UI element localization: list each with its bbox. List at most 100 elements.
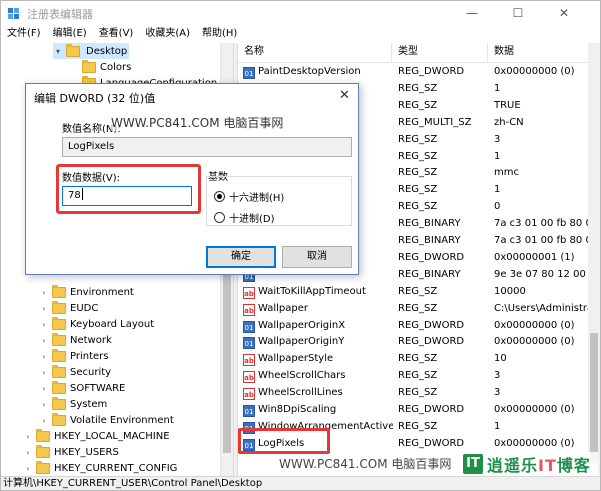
tree-item-desktop[interactable]: ▾ Desktop [53,43,130,59]
column-header-name[interactable]: 名称 [238,43,392,63]
list-row[interactable]: ab WheelScrollLines REG_SZ 3 [238,385,600,402]
expand-icon[interactable]: › [39,288,49,297]
list-scrollbar[interactable] [588,43,600,476]
list-row[interactable]: 01 WallpaperOriginY REG_DWORD 0x00000000 (0… [238,334,600,351]
folder-icon [52,300,66,314]
radio-unselected-icon[interactable] [214,212,225,223]
close-button[interactable]: ✕ [541,1,587,25]
title-bar: 注册表编辑器 — ☐ ✕ [1,1,600,25]
column-header-data[interactable]: 数据 [488,43,600,63]
list-row[interactable]: ab Wallpaper REG_SZ C:\Users\Administra [238,301,600,318]
expand-icon[interactable]: › [39,416,49,425]
collapse-icon[interactable]: ▾ [53,47,63,56]
menu-file[interactable]: 文件(F) [1,25,47,43]
list-scrollbar-thumb[interactable] [590,333,598,463]
menu-bar: 文件(F) 编辑(E) 查看(V) 收藏夹(A) 帮助(H) [1,25,600,43]
site-logo-text: 逍遥乐IT博客 [487,452,591,476]
list-cell-type: REG_DWORD [398,336,465,348]
list-cell-type: REG_BINARY [398,218,461,230]
dialog-close-button[interactable]: ✕ [339,88,350,103]
string-value-icon: ab [243,354,255,367]
list-row[interactable]: ab WaitToKillAppTimeout REG_SZ 10000 [238,284,600,301]
minimize-button[interactable]: — [449,1,495,25]
expand-icon[interactable]: › [39,352,49,361]
expand-icon[interactable]: › [39,400,49,409]
maximize-button[interactable]: ☐ [495,1,541,25]
expand-icon[interactable]: › [23,464,33,473]
folder-icon [36,444,50,458]
list-row[interactable]: ab WallpaperStyle REG_SZ 10 [238,351,600,368]
list-row[interactable]: 01 PaintDesktopVersion REG_DWORD 0x00000000… [238,64,600,81]
expand-icon[interactable]: › [23,448,33,457]
radio-selected-icon[interactable] [214,191,225,202]
list-cell-data: 10 [494,353,507,365]
tree-item-hkey-users[interactable]: › HKEY_USERS [23,444,119,460]
logpixels-highlight-frame [238,428,330,454]
list-cell-data: 0x00000000 (0) [494,319,575,331]
list-cell-name: 01 WallpaperOriginX [243,320,393,333]
value-name-text: Wallpaper [258,302,309,314]
folder-icon [52,316,66,330]
expand-icon[interactable]: › [23,432,33,441]
tree-item-volatile-environment[interactable]: › Volatile Environment [39,412,174,428]
menu-edit[interactable]: 编辑(E) [47,25,93,43]
folder-icon [36,428,50,442]
tree-item-environment[interactable]: › Environment [39,284,134,300]
tree-item-system[interactable]: › System [39,396,107,412]
tree-item-keyboard-layout[interactable]: › Keyboard Layout [39,316,154,332]
edit-dword-dialog: 编辑 DWORD (32 位)值 ✕ 数值名称(N): LogPixels 数值… [25,83,359,275]
list-cell-type: REG_SZ [398,133,438,145]
tree-item-label: HKEY_CURRENT_CONFIG [54,462,178,474]
string-value-icon: ab [243,371,255,384]
tree-item-eudc[interactable]: › EUDC [39,300,98,316]
menu-help[interactable]: 帮助(H) [196,25,243,43]
folder-icon [52,284,66,298]
value-data-input[interactable]: 78 [62,186,192,206]
watermark-top: WWW.PC841.COM 电脑百事网 [111,114,284,131]
list-row[interactable]: ab WheelScrollChars REG_SZ 3 [238,368,600,385]
folder-icon [36,460,50,474]
list-row[interactable]: 01 Win8DpiScaling REG_DWORD 0x00000000 (0) [238,402,600,419]
list-cell-data: 7a c3 01 00 fb 80 04 [494,218,598,230]
radio-hexadecimal[interactable]: 十六进制(H) [214,189,284,204]
tree-item-hkey-local-machine[interactable]: › HKEY_LOCAL_MACHINE [23,428,170,444]
string-value-icon: ab [243,388,255,401]
tree-item-software[interactable]: › SOFTWARE [39,380,125,396]
expand-icon[interactable]: › [39,368,49,377]
tree-item-hkey-current-config[interactable]: › HKEY_CURRENT_CONFIG [23,460,177,476]
menu-view[interactable]: 查看(V) [93,25,140,43]
list-cell-type: REG_SZ [398,370,438,382]
regedit-window: 注册表编辑器 — ☐ ✕ 文件(F) 编辑(E) 查看(V) 收藏夹(A) 帮助… [0,0,601,491]
expand-icon[interactable]: › [39,320,49,329]
list-cell-name: ab WaitToKillAppTimeout [243,286,393,299]
value-name-text: WallpaperOriginX [258,319,346,331]
value-name-text: Win8DpiScaling [258,404,337,415]
list-cell-name: 01 PaintDesktopVersion [243,66,393,79]
tree-item-printers[interactable]: › Printers [39,348,108,364]
list-cell-type: REG_DWORD [398,319,465,331]
menu-favorites[interactable]: 收藏夹(A) [139,25,196,43]
cancel-button[interactable]: 取消 [282,246,352,268]
tree-item-label: SOFTWARE [70,382,126,394]
value-name-text: WheelScrollChars [258,370,346,382]
list-cell-data: 3 [494,387,501,399]
list-row[interactable]: 01 WallpaperOriginX REG_DWORD 0x00000000 (0… [238,318,600,335]
tree-scrollbar-thumb[interactable] [223,273,231,453]
tree-item-colors[interactable]: Colors [69,59,131,75]
column-header-type[interactable]: 类型 [392,43,488,63]
radio-decimal[interactable]: 十进制(D) [214,210,275,225]
expand-icon[interactable]: › [39,304,49,313]
expand-icon[interactable]: › [39,336,49,345]
expand-icon[interactable]: › [39,384,49,393]
list-cell-name: ab WallpaperStyle [243,353,393,367]
ok-button[interactable]: 确定 [206,246,276,268]
radio-hexadecimal-label: 十六进制(H) [229,193,285,204]
list-cell-data: 3 [494,370,501,382]
tree-item-network[interactable]: › Network [39,332,112,348]
tree-item-security[interactable]: › Security [39,364,111,380]
folder-icon [52,332,66,346]
value-name-text: WallpaperOriginY [258,336,345,348]
value-name-text: WallpaperStyle [258,353,334,365]
list-cell-data: 1 [494,184,501,196]
list-cell-data: 10000 [494,285,526,297]
